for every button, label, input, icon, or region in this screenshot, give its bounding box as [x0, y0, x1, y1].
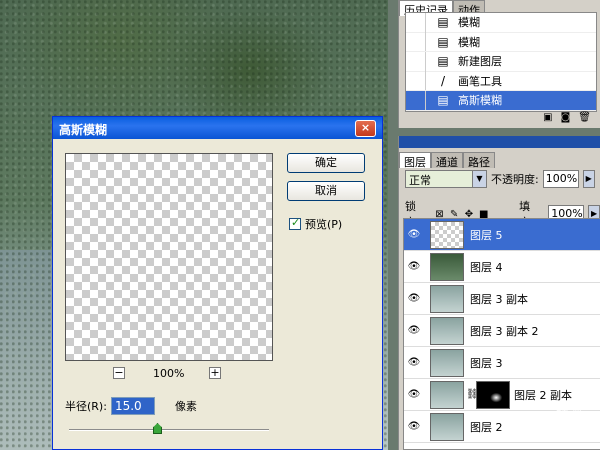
blend-row: 正常 ▼ 不透明度: 100% ▶ [405, 170, 595, 188]
history-item[interactable]: ▤ 新建图层 [406, 51, 596, 72]
history-snapshot-box [406, 32, 426, 52]
opacity-label: 不透明度: [491, 173, 539, 186]
layer-name: 图层 4 [470, 260, 503, 274]
history-item[interactable]: ▤ 模糊 [406, 12, 596, 33]
layer-name: 图层 2 [470, 420, 503, 434]
history-state-icon: ▤ [437, 15, 449, 30]
layer-thumbnail [430, 380, 464, 409]
layer-thumbnail [430, 284, 464, 313]
tab-channels[interactable]: 通道 [431, 152, 463, 169]
history-state-icon: ▤ [437, 54, 449, 69]
opacity-arrow-icon[interactable]: ▶ [582, 170, 595, 188]
layers-panel: 图层 通道 路径 正常 ▼ 不透明度: 100% ▶ 锁定: ⊠ ✎ ✥ ■ 填… [398, 136, 600, 450]
zoom-in-button[interactable]: + [209, 367, 221, 379]
radius-row: 半径(R): 15.0 像素 [65, 397, 197, 415]
radius-slider-thumb[interactable] [153, 423, 162, 434]
eye-icon[interactable]: 👁 [404, 293, 424, 304]
history-item-selected[interactable]: ▤ 高斯模糊 [406, 90, 596, 111]
dialog-title: 高斯模糊 [59, 123, 108, 137]
radius-slider[interactable] [69, 423, 269, 434]
eye-icon[interactable]: 👁 [404, 357, 424, 368]
preview-checkbox-row[interactable]: 预览(P) [289, 216, 342, 232]
history-toolbar: ▣ ◙ 🗑 [405, 112, 597, 126]
layer-name: 图层 5 [470, 228, 503, 242]
blur-preview[interactable] [65, 153, 273, 361]
layers-tabs: 图层 通道 路径 [399, 152, 600, 169]
layer-name: 图层 3 副本 [470, 292, 528, 306]
layer-name: 图层 3 [470, 356, 503, 370]
history-list: ▤ 模糊 ▤ 模糊 ▤ 新建图层 / 画笔工具 ▤ 高斯模糊 [405, 12, 597, 112]
eye-icon[interactable]: 👁 [404, 261, 424, 272]
history-item[interactable]: / 画笔工具 [406, 71, 596, 91]
layers-panel-header[interactable] [399, 136, 600, 148]
eye-icon[interactable]: 👁 [404, 389, 424, 400]
eye-icon[interactable]: 👁 [404, 229, 424, 240]
history-state-icon: ▤ [437, 93, 449, 108]
trash-icon[interactable]: 🗑 [578, 112, 591, 126]
brush-icon: / [440, 73, 446, 88]
history-item-label: 模糊 [458, 35, 480, 49]
layer-thumbnail [430, 316, 464, 345]
history-item-label: 高斯模糊 [458, 94, 502, 108]
cancel-button[interactable]: 取消 [287, 181, 365, 201]
blend-mode-value: 正常 [409, 174, 431, 187]
tab-paths[interactable]: 路径 [463, 152, 495, 169]
layer-name: 图层 3 副本 2 [470, 324, 539, 338]
layer-thumbnail [430, 220, 464, 249]
tab-layers[interactable]: 图层 [399, 152, 431, 169]
watermark: 经验 [555, 403, 582, 418]
preview-label: 预览(P) [305, 218, 343, 231]
history-snapshot-box [406, 90, 426, 110]
layer-row[interactable]: 👁 图层 3 副本 2 [404, 315, 600, 347]
radius-input[interactable]: 15.0 [110, 397, 155, 415]
zoom-value: 100% [153, 367, 185, 380]
chevron-down-icon[interactable]: ▼ [472, 171, 486, 187]
history-item-label: 画笔工具 [458, 74, 502, 88]
zoom-controls: − 100% + [113, 367, 223, 381]
history-item-label: 新建图层 [458, 55, 502, 69]
history-item[interactable]: ▤ 模糊 [406, 32, 596, 52]
history-panel: 历史记录 动作 ▤ 模糊 ▤ 模糊 ▤ 新建图层 / 画笔工具 ▤ 高斯模糊 ▣… [398, 0, 600, 128]
eye-icon[interactable]: 👁 [404, 325, 424, 336]
layer-thumbnail [430, 348, 464, 377]
radius-unit: 像素 [174, 400, 197, 413]
history-snapshot-box [406, 51, 426, 71]
layer-thumbnail [430, 252, 464, 281]
history-state-icon: ▤ [437, 34, 449, 49]
zoom-out-button[interactable]: − [113, 367, 125, 379]
history-snapshot-box [406, 12, 426, 32]
layer-row[interactable]: 👁 图层 3 [404, 347, 600, 379]
opacity-input[interactable]: 100% [542, 170, 579, 188]
new-document-icon[interactable]: ▣ [543, 112, 552, 126]
blend-mode-select[interactable]: 正常 ▼ [405, 170, 487, 188]
gaussian-blur-dialog: 高斯模糊 × − 100% + 确定 取消 预览(P) 半径(R): 15.0 … [52, 116, 383, 450]
history-item-label: 模糊 [458, 16, 480, 30]
history-snapshot-box [406, 71, 426, 91]
layer-row[interactable]: 👁 图层 4 [404, 251, 600, 283]
layer-row-selected[interactable]: 👁 图层 5 [404, 219, 600, 251]
eye-icon[interactable]: 👁 [404, 421, 424, 432]
chain-link-icon[interactable]: ⛓ [466, 389, 479, 400]
preview-checkbox[interactable] [289, 216, 301, 230]
layer-row[interactable]: 👁 图层 3 副本 [404, 283, 600, 315]
close-icon[interactable]: × [355, 120, 376, 137]
new-snapshot-icon[interactable]: ◙ [561, 112, 571, 126]
dialog-titlebar[interactable]: 高斯模糊 × [53, 117, 382, 139]
layer-thumbnail [430, 412, 464, 441]
radius-label: 半径(R): [65, 400, 107, 413]
ok-button[interactable]: 确定 [287, 153, 365, 173]
layer-mask-thumbnail[interactable] [476, 380, 510, 409]
